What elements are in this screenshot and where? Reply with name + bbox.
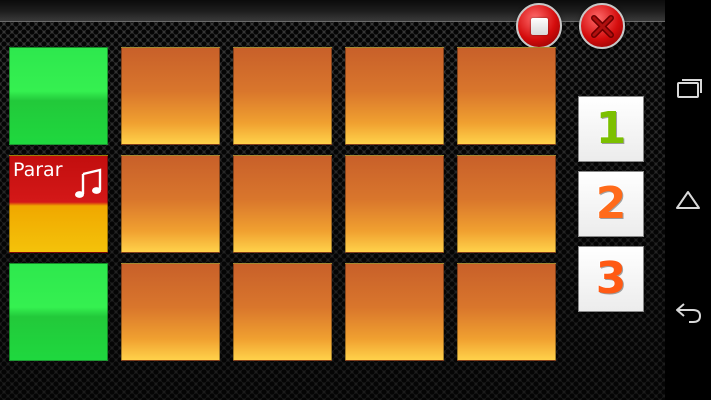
sound-pad-row1-col1[interactable] (9, 47, 108, 145)
close-button[interactable] (579, 3, 625, 49)
sound-pad-row1-col4[interactable] (345, 47, 444, 145)
sound-pad-row1-col2[interactable] (121, 47, 220, 145)
bank-1-label: 1 (595, 103, 627, 154)
stop-button[interactable] (516, 3, 562, 49)
sound-pad-row1-col3[interactable] (233, 47, 332, 145)
stop-sound-pad[interactable]: Parar (9, 155, 108, 253)
top-bar (0, 0, 665, 22)
sound-pad-row3-col5[interactable] (457, 263, 556, 361)
sound-pad-row2-col5[interactable] (457, 155, 556, 253)
stop-icon (531, 18, 548, 35)
bank-2-button[interactable]: 2 (578, 171, 644, 237)
app-screen: Parar 1 2 3 (0, 0, 665, 400)
sound-pad-row1-col5[interactable] (457, 47, 556, 145)
music-note-icon (75, 168, 102, 198)
sound-pad-row3-col3[interactable] (233, 263, 332, 361)
android-navigation-bar (665, 0, 711, 400)
recents-icon[interactable] (673, 74, 703, 104)
sound-pad-row2-col3[interactable] (233, 155, 332, 253)
bank-3-button[interactable]: 3 (578, 246, 644, 312)
home-icon[interactable] (673, 185, 703, 215)
bank-1-button[interactable]: 1 (578, 96, 644, 162)
back-icon[interactable] (673, 296, 703, 326)
close-icon (591, 15, 614, 38)
sound-pad-row2-col2[interactable] (121, 155, 220, 253)
sound-pad-row3-col2[interactable] (121, 263, 220, 361)
sound-pad-row2-col4[interactable] (345, 155, 444, 253)
sound-pad-row3-col4[interactable] (345, 263, 444, 361)
bank-2-label: 2 (595, 178, 627, 229)
stop-pad-label: Parar (13, 159, 63, 181)
sound-pad-row3-col1[interactable] (9, 263, 108, 361)
bank-3-label: 3 (595, 253, 627, 304)
